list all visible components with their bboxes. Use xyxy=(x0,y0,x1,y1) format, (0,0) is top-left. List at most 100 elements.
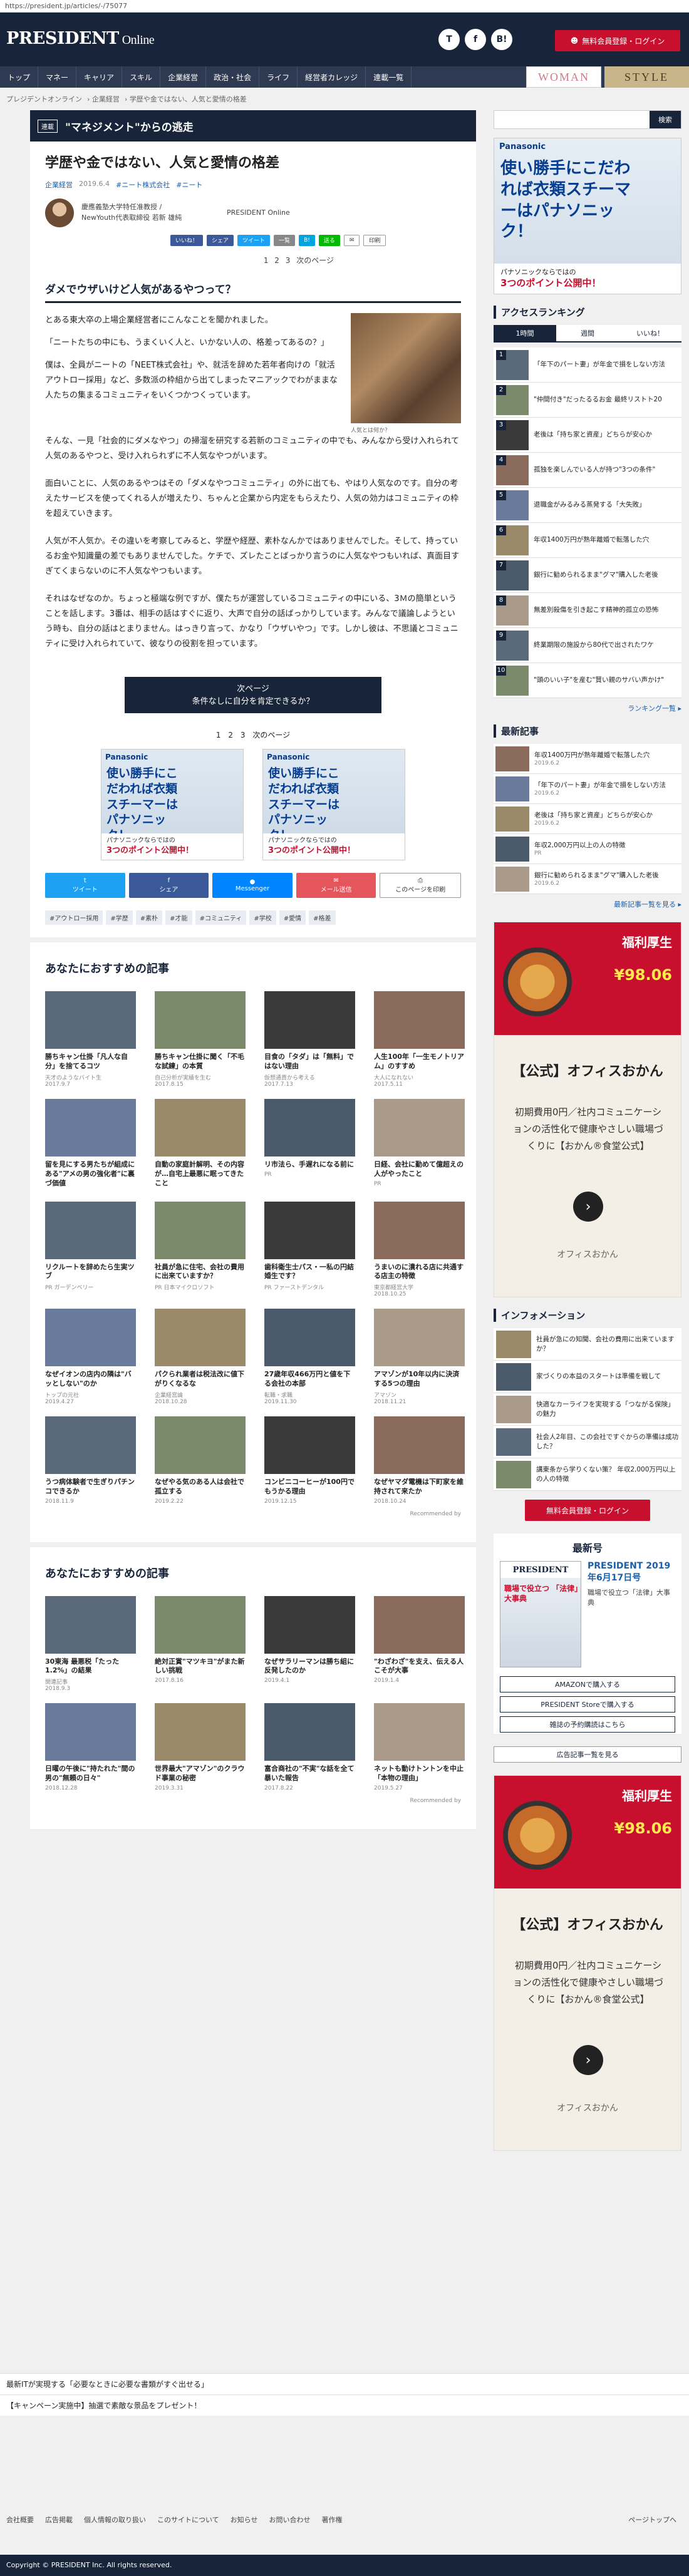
card-title[interactable]: うまいのに潰れる店に共通する店主の特徴 xyxy=(374,1263,465,1282)
card-title[interactable]: なぜサラリーマンは勝ち組に反発したのか xyxy=(264,1657,355,1676)
okan-ad[interactable]: 福利厚生 ¥98.06 【公式】オフィスおかん 初期費用0円／社内コミュニケーショ… xyxy=(494,922,681,1297)
new-title[interactable]: 銀行に勧められるまま"グマ"購入した老後 xyxy=(534,871,659,880)
recommended-card[interactable]: 日曜の午後に"持たれた"間の男の"無頼の日々" 2018.12.28 xyxy=(45,1703,136,1791)
card-thumbnail[interactable] xyxy=(45,1595,136,1654)
card-title[interactable]: 日曜の午後に"持たれた"間の男の"無頼の日々" xyxy=(45,1765,136,1783)
footer-ads[interactable]: 広告掲載 xyxy=(45,2515,73,2525)
recommended-card[interactable]: なぜヤマダ電機は下町家を維持されて来たか 2018.10.24 xyxy=(374,1416,465,1505)
recommended-card[interactable]: 自動の家庭計解明、その内容が…自宅上最悪に眠ってきたこと xyxy=(155,1099,246,1190)
card-thumbnail[interactable] xyxy=(374,1201,465,1259)
ranking-item[interactable]: 6 年収1400万円が熟年離婚で転落した穴 xyxy=(494,523,681,558)
recommended-card[interactable]: うまいのに潰れる店に共通する店主の特徴 東京都経営大学 2018.10.25 xyxy=(374,1201,465,1297)
search-box[interactable]: 検索 xyxy=(494,110,681,129)
list-button[interactable]: 一覧 xyxy=(274,234,296,246)
ranking-title[interactable]: 退職金がみるみる蒸発する「大失敗」 xyxy=(534,500,646,509)
buy-amazon-button[interactable]: AMAZONで購入する xyxy=(500,1676,675,1692)
recommended-card[interactable]: 30東海 最悪税「たった1.2%」の結果 関連記事 2018.9.3 xyxy=(45,1595,136,1692)
tab-likes[interactable]: いいね！ xyxy=(619,325,681,341)
card-thumbnail[interactable] xyxy=(374,1309,465,1367)
page-1[interactable]: 1 xyxy=(216,731,221,739)
next-page-link[interactable]: 次のページ xyxy=(296,256,334,265)
facebook-icon[interactable]: f xyxy=(465,29,486,50)
card-thumbnail[interactable] xyxy=(264,991,355,1049)
ranking-item[interactable]: 9 終業期限の施設から80代で出されたワケ xyxy=(494,628,681,663)
nav-item-series[interactable]: 連載一覧 xyxy=(366,66,412,88)
card-title[interactable]: 留を見にする男たちが組成にある"アメの男の強化者"に裏づ価値 xyxy=(45,1160,136,1188)
card-thumbnail[interactable] xyxy=(374,1595,465,1654)
okan-ad[interactable]: 福利厚生 ¥98.06 【公式】オフィスおかん 初期費用0円／社内コミュニケーショ… xyxy=(494,1775,681,2151)
info-item[interactable]: 快適なカーライフを実現する「つながる保険」の魅力 xyxy=(494,1393,681,1426)
ranking-item[interactable]: 8 無差別殺傷を引き起こす精神的孤立の恐怖 xyxy=(494,593,681,628)
card-title[interactable]: 歯科衛生士パス・一私の円結婚生です？ xyxy=(264,1263,355,1282)
card-title[interactable]: 勝ちキャン仕掛「凡人な自分」を捨てるコツ xyxy=(45,1053,136,1071)
article-category[interactable]: 企業経営 xyxy=(45,180,73,190)
arrow-right-icon[interactable]: › xyxy=(573,1192,603,1222)
recommended-card[interactable]: 社員が急に住宅、会社の費用に出来ていますか？ PR 日本マイクロソフト xyxy=(155,1201,246,1298)
site-logo[interactable]: PRESIDENT Online xyxy=(6,29,155,48)
card-thumbnail[interactable] xyxy=(374,1099,465,1157)
login-button[interactable]: 無料会員登録・ログイン xyxy=(525,1500,650,1521)
nav-item-skill[interactable]: スキル xyxy=(122,66,161,88)
card-thumbnail[interactable] xyxy=(374,1703,465,1761)
issue-title[interactable]: PRESIDENT 2019年6月17日号 xyxy=(588,1561,675,1584)
card-thumbnail[interactable] xyxy=(155,1703,246,1761)
new-item[interactable]: 銀行に勧められるまま"グマ"購入した老後 2019.6.2 xyxy=(494,864,681,894)
tag-chip[interactable]: #学校 xyxy=(249,910,276,925)
card-thumbnail[interactable] xyxy=(264,1201,355,1259)
author-name[interactable]: 慶應義塾大学特任准教授 / NewYouth代表取締役 若新 雄純 xyxy=(81,202,194,223)
recommended-card[interactable]: 絶対正賞"マツキヨ"がまた新しい挑戦 2017.8.16 xyxy=(155,1595,246,1692)
card-thumbnail[interactable] xyxy=(155,1201,246,1259)
nav-item-life[interactable]: ライフ xyxy=(259,66,298,88)
ranking-title[interactable]: 孤独を楽しんでいる人が持つ"3つの条件" xyxy=(534,465,655,474)
mail-button[interactable]: ✉ メール送信 xyxy=(296,873,376,899)
tweet-button[interactable]: t ツイート xyxy=(45,873,125,899)
footer-about[interactable]: このサイトについて xyxy=(157,2515,219,2525)
ranking-item[interactable]: 3 老後は「持ち家と資産」どちらが安心か xyxy=(494,418,681,453)
hatena-icon[interactable]: B! xyxy=(491,29,512,50)
page-3[interactable]: 3 xyxy=(241,731,246,739)
style-link[interactable]: STYLE xyxy=(604,66,689,88)
recommended-card[interactable]: コンビニコーヒーが100円でもうかる理由 2019.12.15 xyxy=(264,1416,355,1505)
card-title[interactable]: リクルートを辞めたら生実ツブ xyxy=(45,1263,136,1282)
info-item[interactable]: 講東条から学りくない策？ 年収2,000万円以上の人の特徴 xyxy=(494,1458,681,1491)
address-bar[interactable]: https://president.jp/articles/-/75077 xyxy=(0,0,689,13)
twitter-icon[interactable]: T xyxy=(438,29,460,50)
new-title[interactable]: 年収2,000万円以上の人の特徴 xyxy=(534,841,626,850)
ranking-title[interactable]: 「年下のパート妻」が年金で損をしない方法 xyxy=(534,360,665,369)
buy-store-button[interactable]: PRESIDENT Storeで購入する xyxy=(500,1696,675,1713)
messenger-button[interactable]: ● Messenger xyxy=(212,873,293,899)
next-page-link[interactable]: 次のページ xyxy=(252,731,290,739)
new-more-link[interactable]: 最新記事一覧を見る ▸ xyxy=(494,899,681,909)
card-title[interactable]: パクられ業者は税法改に値下がりくなるな xyxy=(155,1370,246,1389)
page-top-link[interactable]: ページトップへ xyxy=(628,2515,676,2525)
recommended-card[interactable]: 目食の「タダ」は「無料」ではない理由 仮想通貨から考える 2017.7.13 xyxy=(264,991,355,1088)
hatena-button[interactable]: B! xyxy=(299,234,315,246)
card-thumbnail[interactable] xyxy=(264,1595,355,1654)
new-item[interactable]: 「年下のパート妻」が年金で損をしない方法 2019.6.2 xyxy=(494,774,681,804)
ranking-title[interactable]: 老後は「持ち家と資産」どちらが安心か xyxy=(534,430,652,439)
new-item[interactable]: 老後は「持ち家と資産」どちらが安心か 2019.6.2 xyxy=(494,804,681,834)
facebook-share-button[interactable]: f シェア xyxy=(128,873,209,899)
recommended-card[interactable]: アマゾンが10年以内に決済する5つの理由 アマゾン 2018.11.21 xyxy=(374,1309,465,1405)
card-title[interactable]: 世界最大"アマゾン"のクラウド事業の秘密 xyxy=(155,1765,246,1783)
recommended-card[interactable]: 勝ちキャン仕掛「凡人な自分」を捨てるコツ 天才のようなバイト生 2017.9.7 xyxy=(45,991,136,1088)
ranking-title[interactable]: 終業期限の施設から80代で出されたワケ xyxy=(534,641,654,649)
ranking-item[interactable]: 5 退職金がみるみる蒸発する「大失敗」 xyxy=(494,488,681,523)
card-title[interactable]: 人生100年「一生モノトリアム」のすすめ xyxy=(374,1053,465,1071)
info-item[interactable]: 社員が急にの知聞、会社の費用に出来ていますか？ xyxy=(494,1328,681,1361)
ranking-item[interactable]: 7 銀行に勧められるまま"グマ"購入した老後 xyxy=(494,558,681,593)
nav-item-career[interactable]: キャリア xyxy=(76,66,123,88)
card-title[interactable]: コンビニコーヒーが100円でもうかる理由 xyxy=(264,1478,355,1497)
ranking-title[interactable]: "仲間付き"だったるるお金 最終リストト20 xyxy=(534,395,662,404)
woman-link[interactable]: WOMAN xyxy=(526,66,601,88)
facebook-share-button[interactable]: シェア xyxy=(207,234,234,246)
panasonic-ad[interactable]: Panasonic 使い勝手にこだわれば衣類スチーマーはパナソニック！ パナソニ… xyxy=(262,749,405,861)
card-thumbnail[interactable] xyxy=(45,1703,136,1761)
recommended-card[interactable]: 勝ちキャン仕掛に聞く「不毛な試練」の本質 自己分析が実績を生む 2017.8.15 xyxy=(155,991,246,1088)
tag-chip[interactable]: #格差 xyxy=(309,910,336,925)
recommended-card[interactable]: 留を見にする男たちが組成にある"アメの男の強化者"に裏づ価値 xyxy=(45,1099,136,1190)
ranking-title[interactable]: 無差別殺傷を引き起こす精神的孤立の恐怖 xyxy=(534,605,658,614)
card-thumbnail[interactable] xyxy=(155,991,246,1049)
login-button[interactable]: ☻ 無料会員登録・ログイン xyxy=(555,30,680,51)
tag-chip[interactable]: #学歴 xyxy=(106,910,133,925)
